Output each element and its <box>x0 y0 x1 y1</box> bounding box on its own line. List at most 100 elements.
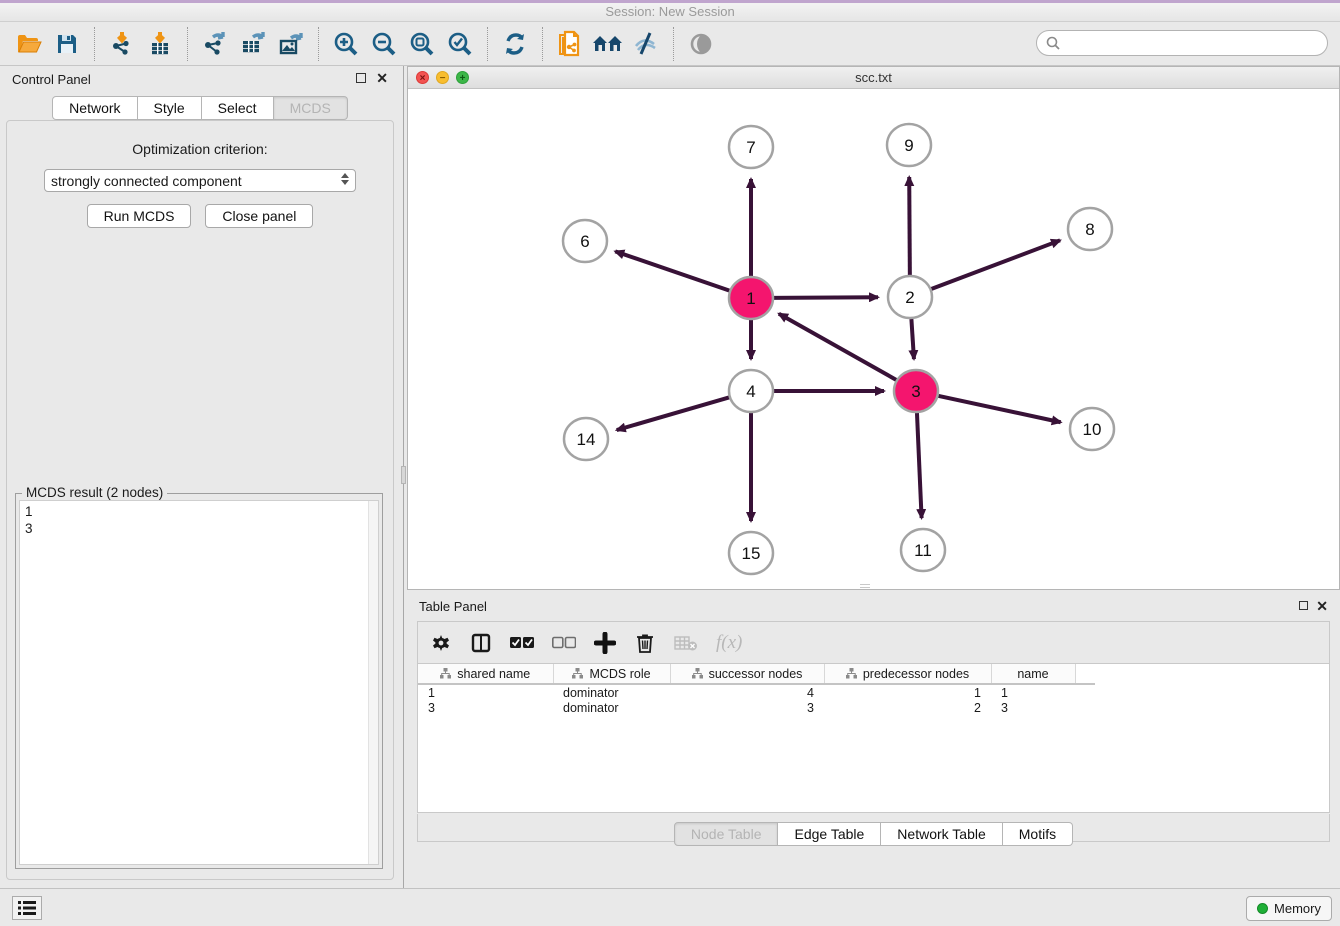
network-graph: 7 9 6 8 1 2 4 3 14 10 15 11 <box>408 89 1339 589</box>
search-box[interactable] <box>1036 30 1328 56</box>
column-header-shared-name[interactable]: shared name <box>418 664 553 684</box>
edge-1-6[interactable] <box>615 251 730 290</box>
float-panel-icon[interactable] <box>356 73 366 83</box>
deselect-all-rows-icon[interactable] <box>552 631 576 655</box>
delete-table-icon[interactable] <box>674 631 698 655</box>
function-builder-icon[interactable]: f(x) <box>716 631 742 655</box>
tab-mcds[interactable]: MCDS <box>274 96 348 120</box>
table-cell[interactable]: 3 <box>670 700 824 716</box>
column-header-successor-nodes[interactable]: successor nodes <box>670 664 824 684</box>
tab-network-table[interactable]: Network Table <box>881 822 1002 846</box>
import-table-icon[interactable] <box>143 27 177 61</box>
float-table-panel-icon[interactable] <box>1299 601 1308 610</box>
tab-select[interactable]: Select <box>202 96 274 120</box>
window-titlebar: Session: New Session <box>0 0 1340 22</box>
close-panel-icon[interactable]: ✕ <box>376 70 388 87</box>
control-panel-title: Control Panel <box>12 72 91 87</box>
hide-selected-icon[interactable] <box>629 27 663 61</box>
table-tabs: Node TableEdge TableNetwork TableMotifs <box>407 822 1340 846</box>
edge-2-8[interactable] <box>931 240 1060 289</box>
zoom-fit-icon[interactable] <box>405 27 439 61</box>
table-settings-icon[interactable] <box>430 631 452 655</box>
export-network-icon[interactable] <box>198 27 232 61</box>
criterion-select[interactable]: strongly connected component <box>44 169 356 192</box>
graph-node-8[interactable]: 8 <box>1068 208 1112 250</box>
zoom-selected-icon[interactable] <box>443 27 477 61</box>
tab-style[interactable]: Style <box>138 96 202 120</box>
graph-node-14[interactable]: 14 <box>564 418 608 460</box>
table-panel: Table Panel ✕ f(x) shared nameMCDS roles… <box>407 595 1340 888</box>
open-file-icon[interactable] <box>12 27 46 61</box>
table-cell[interactable]: 2 <box>824 700 991 716</box>
table-cell[interactable]: dominator <box>553 700 670 716</box>
table-row[interactable]: 3dominator323 <box>418 700 1095 716</box>
edge-2-3[interactable] <box>911 319 914 359</box>
canvas-resize-grip[interactable] <box>860 584 870 588</box>
column-header-MCDS-role[interactable]: MCDS role <box>553 664 670 684</box>
table-row[interactable]: 1dominator411 <box>418 684 1095 700</box>
network-canvas[interactable]: 7 9 6 8 1 2 4 3 14 10 15 11 <box>408 89 1339 589</box>
edge-3-10[interactable] <box>938 396 1061 423</box>
close-table-panel-icon[interactable]: ✕ <box>1316 598 1328 615</box>
show-graphics-details-icon[interactable] <box>684 27 718 61</box>
graph-node-4[interactable]: 4 <box>729 370 773 412</box>
column-tree-icon <box>692 668 703 679</box>
table-cell[interactable]: 3 <box>991 700 1075 716</box>
graph-node-9[interactable]: 9 <box>887 124 931 166</box>
table-cell[interactable]: 1 <box>991 684 1075 700</box>
table-cell[interactable]: dominator <box>553 684 670 700</box>
graph-node-3[interactable]: 3 <box>894 370 938 412</box>
zoom-out-icon[interactable] <box>367 27 401 61</box>
add-column-icon[interactable] <box>594 631 616 655</box>
table-cell[interactable]: 1 <box>418 684 553 700</box>
table-cell[interactable]: 4 <box>670 684 824 700</box>
tab-node-table[interactable]: Node Table <box>674 822 779 846</box>
graph-node-11[interactable]: 11 <box>901 529 945 571</box>
clone-network-icon[interactable] <box>553 27 587 61</box>
close-panel-button[interactable]: Close panel <box>205 204 313 228</box>
window-title: Session: New Session <box>605 4 734 19</box>
tab-motifs[interactable]: Motifs <box>1003 822 1073 846</box>
edge-1-2[interactable] <box>773 297 878 298</box>
close-window-icon[interactable]: × <box>416 71 429 84</box>
graph-node-2[interactable]: 2 <box>888 276 932 318</box>
graph-node-1[interactable]: 1 <box>729 277 773 319</box>
table-cell[interactable]: 3 <box>418 700 553 716</box>
import-network-icon[interactable] <box>105 27 139 61</box>
first-neighbors-icon[interactable] <box>591 27 625 61</box>
graph-node-10[interactable]: 10 <box>1070 408 1114 450</box>
export-image-icon[interactable] <box>274 27 308 61</box>
result-scrollbar[interactable] <box>368 501 378 864</box>
select-all-rows-icon[interactable] <box>510 631 534 655</box>
toolbar-separator <box>187 27 188 61</box>
edge-2-9[interactable] <box>909 177 910 275</box>
run-mcds-button[interactable]: Run MCDS <box>87 204 192 228</box>
splitter-grip[interactable] <box>401 466 406 484</box>
memory-button[interactable]: Memory <box>1246 896 1332 921</box>
tab-edge-table[interactable]: Edge Table <box>778 822 881 846</box>
export-table-icon[interactable] <box>236 27 270 61</box>
svg-text:1: 1 <box>746 289 755 308</box>
task-history-button[interactable] <box>12 896 42 920</box>
zoom-in-icon[interactable] <box>329 27 363 61</box>
maximize-window-icon[interactable]: + <box>456 71 469 84</box>
search-input[interactable] <box>1061 33 1327 53</box>
edge-4-14[interactable] <box>617 397 730 430</box>
graph-node-15[interactable]: 15 <box>729 532 773 574</box>
edge-3-1[interactable] <box>779 314 897 380</box>
table-cell[interactable]: 1 <box>824 684 991 700</box>
svg-text:2: 2 <box>905 288 914 307</box>
mcds-result-list[interactable]: 13 <box>19 500 379 865</box>
minimize-window-icon[interactable]: − <box>436 71 449 84</box>
save-session-icon[interactable] <box>50 27 84 61</box>
graph-node-6[interactable]: 6 <box>563 220 607 262</box>
column-header-name[interactable]: name <box>991 664 1075 684</box>
column-visibility-icon[interactable] <box>470 631 492 655</box>
column-header-predecessor-nodes[interactable]: predecessor nodes <box>824 664 991 684</box>
tab-network[interactable]: Network <box>52 96 137 120</box>
panel-splitter[interactable] <box>400 66 407 888</box>
refresh-icon[interactable] <box>498 27 532 61</box>
edge-3-11[interactable] <box>917 413 922 518</box>
delete-column-icon[interactable] <box>634 631 656 655</box>
graph-node-7[interactable]: 7 <box>729 126 773 168</box>
